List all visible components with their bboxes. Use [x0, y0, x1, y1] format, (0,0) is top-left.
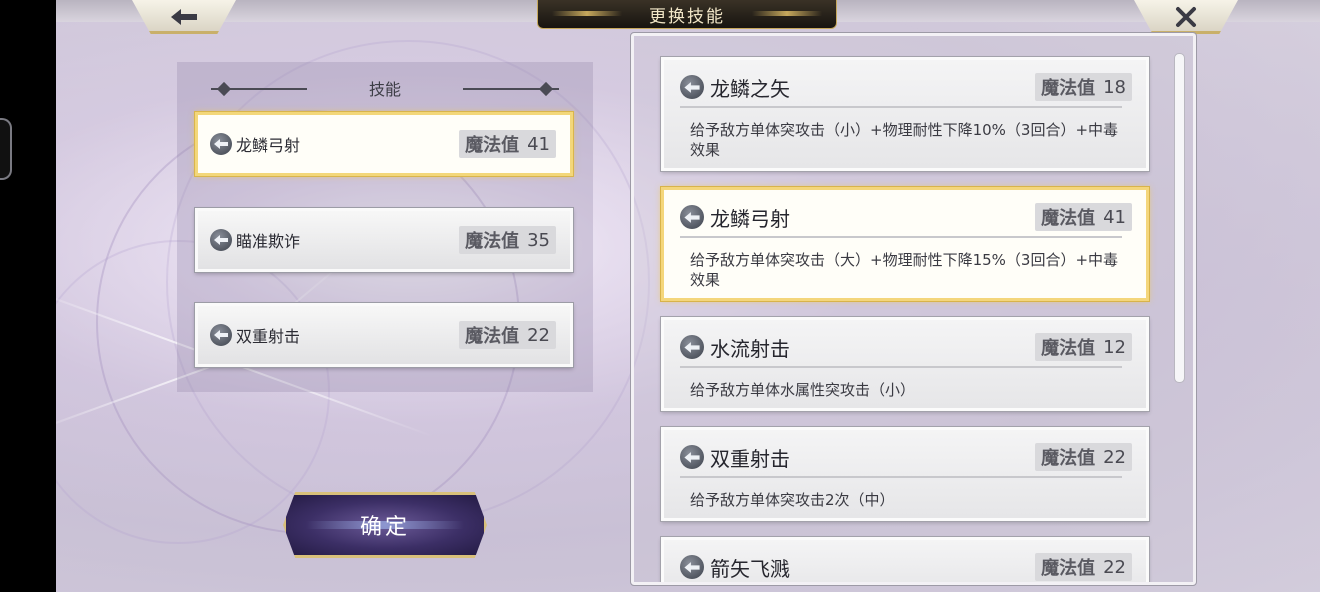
equipped-skill-slot[interactable]: 双重射击 魔法值 22	[194, 302, 574, 368]
mp-label: 魔法值	[1041, 78, 1096, 99]
mp-label: 魔法值	[1041, 448, 1096, 469]
arrow-skill-icon	[680, 555, 704, 579]
available-skills-list[interactable]: 龙鳞之矢 魔法值 18 给予敌方单体突攻击（小）+物理耐性下降10%（3回合）+…	[630, 32, 1197, 586]
arrow-skill-icon	[210, 133, 232, 155]
skill-card[interactable]: 双重射击 魔法值 22 给予敌方单体突攻击2次（中）	[660, 426, 1150, 522]
skill-card[interactable]: 龙鳞弓射 魔法值 41 给予敌方单体突攻击（大）+物理耐性下降15%（3回合）+…	[660, 186, 1150, 302]
mp-value: 35	[527, 229, 550, 251]
mp-value: 41	[527, 133, 550, 155]
skill-card[interactable]: 箭矢飞溅 魔法值 22	[660, 536, 1150, 582]
arrow-skill-icon	[680, 335, 704, 359]
page-title: 更换技能	[537, 0, 837, 29]
mp-cost-badge: 魔法值 22	[1035, 553, 1132, 581]
mp-label: 魔法值	[1041, 208, 1096, 229]
mp-value: 22	[527, 324, 550, 346]
panel-heading: 技能	[368, 80, 401, 99]
mp-cost-badge: 魔法值 12	[1035, 333, 1132, 361]
arrow-skill-icon	[680, 205, 704, 229]
arrow-skill-icon	[210, 229, 232, 251]
skill-name: 箭矢飞溅	[710, 556, 790, 581]
equipped-skills-panel: 技能 龙鳞弓射 魔法值 41 瞄准欺诈 魔法值 35 双重射击 魔法值 22	[177, 62, 593, 392]
header-divider	[463, 88, 559, 90]
mp-value: 41	[1103, 206, 1126, 228]
skill-name: 双重射击	[710, 446, 790, 471]
skill-card-header: 龙鳞弓射 魔法值 41	[680, 203, 1132, 238]
title-ornament	[552, 11, 622, 16]
skill-card-header: 双重射击 魔法值 22	[680, 443, 1132, 478]
mp-cost-badge: 魔法值 22	[1035, 443, 1132, 471]
skill-name: 双重射击	[236, 327, 301, 346]
list-scrollbar[interactable]	[1174, 53, 1185, 383]
skill-card[interactable]: 水流射击 魔法值 12 给予敌方单体水属性突攻击（小）	[660, 316, 1150, 412]
skill-name: 龙鳞弓射	[710, 206, 790, 231]
mp-cost-badge: 魔法值 22	[459, 321, 556, 349]
mp-value: 22	[1103, 556, 1126, 578]
title-ornament	[752, 11, 822, 16]
mp-value: 12	[1103, 336, 1126, 358]
arrow-skill-icon	[680, 75, 704, 99]
system-edge-handle[interactable]	[0, 118, 12, 180]
mp-label: 魔法值	[1041, 558, 1096, 579]
skill-card-header: 龙鳞之矢 魔法值 18	[680, 73, 1132, 108]
arrow-skill-icon	[210, 324, 232, 346]
equipped-skill-slot[interactable]: 龙鳞弓射 魔法值 41	[194, 111, 574, 177]
skill-name: 水流射击	[710, 336, 790, 361]
skill-description: 给予敌方单体突攻击2次（中）	[690, 491, 895, 509]
mp-cost-badge: 魔法值 35	[459, 226, 556, 254]
mp-label: 魔法值	[1041, 338, 1096, 359]
header-ornament	[216, 81, 232, 97]
skill-description: 给予敌方单体突攻击（大）+物理耐性下降15%（3回合）+中毒效果	[690, 251, 1119, 289]
panel-header: 技能	[207, 78, 563, 99]
mp-label: 魔法值	[465, 326, 520, 347]
mp-value: 18	[1103, 76, 1126, 98]
mp-cost-badge: 魔法值 41	[1035, 203, 1132, 231]
skill-description: 给予敌方单体水属性突攻击（小）	[690, 381, 916, 399]
page-title-text: 更换技能	[649, 6, 725, 27]
confirm-label: 确定	[359, 515, 410, 540]
skill-name: 瞄准欺诈	[236, 232, 301, 251]
close-x-icon	[1176, 7, 1196, 27]
mp-label: 魔法值	[465, 231, 520, 252]
mp-cost-badge: 魔法值 41	[459, 130, 556, 158]
mp-label: 魔法值	[465, 135, 520, 156]
skill-name: 龙鳞之矢	[710, 76, 790, 101]
confirm-button[interactable]: 确定	[283, 492, 487, 558]
skill-card-header: 箭矢飞溅 魔法值 22	[680, 553, 1132, 582]
mp-value: 22	[1103, 446, 1126, 468]
skill-card[interactable]: 龙鳞之矢 魔法值 18 给予敌方单体突攻击（小）+物理耐性下降10%（3回合）+…	[660, 56, 1150, 172]
arrow-skill-icon	[680, 445, 704, 469]
skill-name: 龙鳞弓射	[236, 136, 301, 155]
skill-description: 给予敌方单体突攻击（小）+物理耐性下降10%（3回合）+中毒效果	[690, 121, 1119, 159]
skill-card-header: 水流射击 魔法值 12	[680, 333, 1132, 368]
equipped-skill-slot[interactable]: 瞄准欺诈 魔法值 35	[194, 207, 574, 273]
back-arrow-icon	[171, 9, 197, 25]
mp-cost-badge: 魔法值 18	[1035, 73, 1132, 101]
